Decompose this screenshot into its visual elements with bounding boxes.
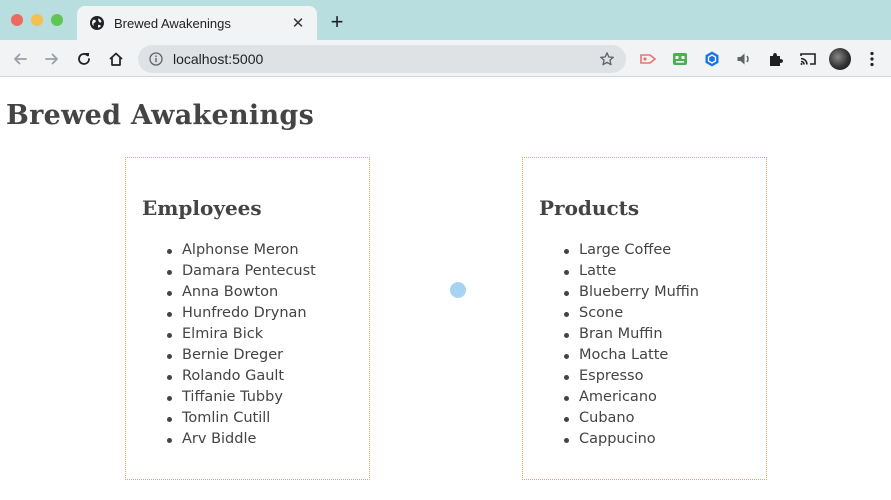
- list-item: Mocha Latte: [561, 345, 699, 366]
- kebab-menu-icon[interactable]: [862, 49, 882, 69]
- list-item: Cappucino: [561, 429, 699, 450]
- products-list: Large Coffee Latte Blueberry Muffin Scon…: [561, 240, 699, 450]
- address-bar[interactable]: localhost:5000: [138, 45, 626, 73]
- info-icon[interactable]: [148, 51, 164, 67]
- list-item: Latte: [561, 261, 699, 282]
- employees-list: Alphonse Meron Damara Pentecust Anna Bow…: [164, 240, 316, 450]
- list-item: Large Coffee: [561, 240, 699, 261]
- mouse-cursor-indicator: [450, 282, 466, 298]
- list-item: Bernie Dreger: [164, 345, 316, 366]
- speaker-icon[interactable]: [734, 49, 754, 69]
- browser-toolbar: localhost:5000: [0, 40, 891, 77]
- robot-extension-icon[interactable]: [670, 49, 690, 69]
- list-item: Damara Pentecust: [164, 261, 316, 282]
- list-item: Arv Biddle: [164, 429, 316, 450]
- browser-tabbar: Brewed Awakenings ✕ +: [0, 0, 891, 40]
- star-icon[interactable]: [598, 50, 616, 68]
- reload-icon[interactable]: [73, 48, 95, 70]
- list-item: Bran Muffin: [561, 324, 699, 345]
- profile-avatar[interactable]: [829, 48, 851, 70]
- list-item: Tomlin Cutill: [164, 408, 316, 429]
- home-icon[interactable]: [105, 48, 127, 70]
- products-card: Products Large Coffee Latte Blueberry Mu…: [522, 157, 767, 480]
- list-item: Espresso: [561, 366, 699, 387]
- list-item: Scone: [561, 303, 699, 324]
- arrow-right-icon[interactable]: [41, 48, 63, 70]
- window-minimize-button[interactable]: [31, 14, 43, 26]
- globe-icon: [89, 15, 105, 31]
- list-item: Tiffanie Tubby: [164, 387, 316, 408]
- cast-icon[interactable]: [798, 49, 818, 69]
- page-title: Brewed Awakenings: [6, 100, 315, 131]
- list-item: Hunfredo Drynan: [164, 303, 316, 324]
- list-item: Blueberry Muffin: [561, 282, 699, 303]
- products-heading: Products: [539, 196, 640, 220]
- window-zoom-button[interactable]: [51, 14, 63, 26]
- list-item: Cubano: [561, 408, 699, 429]
- new-tab-button[interactable]: +: [326, 11, 348, 33]
- cast-extension-icon[interactable]: [638, 49, 658, 69]
- window-close-button[interactable]: [11, 14, 23, 26]
- hexagon-extension-icon[interactable]: [702, 49, 722, 69]
- list-item: Alphonse Meron: [164, 240, 316, 261]
- url-text: localhost:5000: [173, 51, 264, 67]
- tab-title: Brewed Awakenings: [114, 15, 231, 31]
- list-item: Rolando Gault: [164, 366, 316, 387]
- close-tab-icon[interactable]: ✕: [289, 14, 307, 32]
- browser-tab-active[interactable]: Brewed Awakenings ✕: [77, 6, 317, 40]
- puzzle-icon[interactable]: [766, 49, 786, 69]
- list-item: Americano: [561, 387, 699, 408]
- arrow-left-icon[interactable]: [9, 48, 31, 70]
- list-item: Elmira Bick: [164, 324, 316, 345]
- list-item: Anna Bowton: [164, 282, 316, 303]
- employees-card: Employees Alphonse Meron Damara Pentecus…: [125, 157, 370, 480]
- employees-heading: Employees: [142, 196, 262, 220]
